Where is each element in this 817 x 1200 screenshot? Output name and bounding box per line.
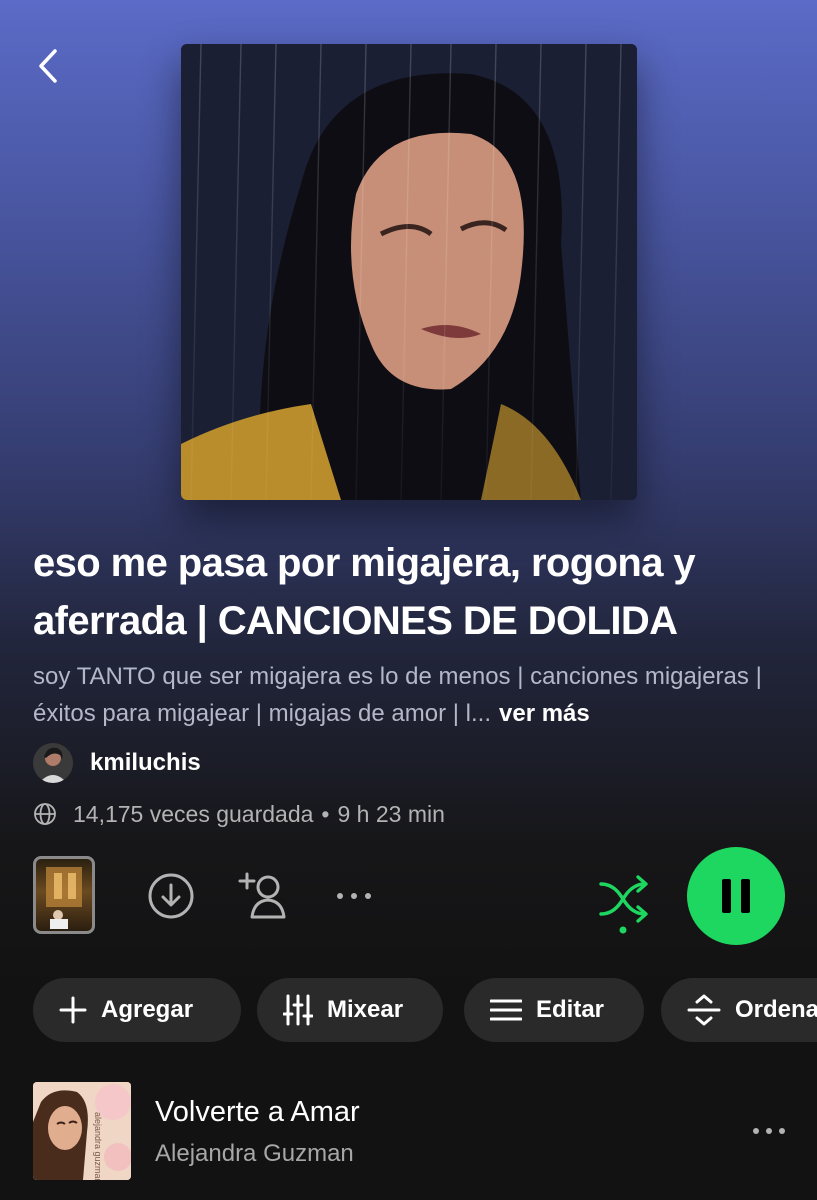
track-row[interactable]: alejandra guzman Volverte a Amar Alejand… [33,1082,793,1182]
saves-count: 14,175 veces guardada [73,800,314,827]
sort-chip[interactable]: Ordena [661,978,817,1042]
now-playing-thumbnail[interactable] [33,856,95,934]
shuffle-button[interactable] [594,872,652,936]
track-title: Volverte a Amar [155,1096,360,1128]
download-icon [148,873,194,919]
edit-chip-label: Editar [536,996,605,1023]
mix-chip-label: Mixear [327,996,404,1023]
chevron-left-icon [39,49,57,83]
playlist-meta: 14,175 veces guardada • 9 h 23 min [33,796,445,832]
playlist-title: eso me pasa por migajera, rogona y aferr… [33,541,696,643]
globe-icon [34,803,56,825]
more-horizontal-icon [753,1128,785,1134]
album-art-lettering: alejandra guzman [93,1112,103,1180]
track-more-button[interactable] [745,1116,793,1146]
playlist-duration: 9 h 23 min [337,800,445,827]
more-horizontal-icon [337,893,371,899]
playlist-owner[interactable]: kmiluchis [33,741,201,785]
add-collaborator-button[interactable] [236,868,292,922]
add-chip-label: Agregar [101,996,194,1023]
description-text: soy TANTO que ser migajera es lo de meno… [33,663,762,727]
back-button[interactable] [28,44,68,88]
list-icon [490,999,522,1021]
track-album-art: alejandra guzman [33,1082,131,1180]
sliders-icon [283,994,313,1026]
meta-separator: • [321,800,330,827]
sort-chip-label: Ordena [735,996,817,1023]
pause-icon [722,879,750,913]
playlist-description: soy TANTO que ser migajera es lo de meno… [33,658,793,732]
see-more-link[interactable]: ver más [499,700,590,727]
add-chip[interactable]: Agregar [33,978,241,1042]
pause-button[interactable] [687,847,785,945]
more-options-button[interactable] [330,880,378,912]
shuffle-icon [599,875,648,934]
avatar [33,743,73,783]
playlist-cover-image [181,44,637,500]
edit-chip[interactable]: Editar [464,978,644,1042]
download-button[interactable] [146,869,196,923]
mix-chip[interactable]: Mixear [257,978,443,1042]
track-artist: Alejandra Guzman [155,1140,354,1167]
sort-icon [687,994,721,1026]
owner-name: kmiluchis [90,749,201,776]
add-user-icon [238,872,286,919]
plus-icon [59,996,87,1024]
